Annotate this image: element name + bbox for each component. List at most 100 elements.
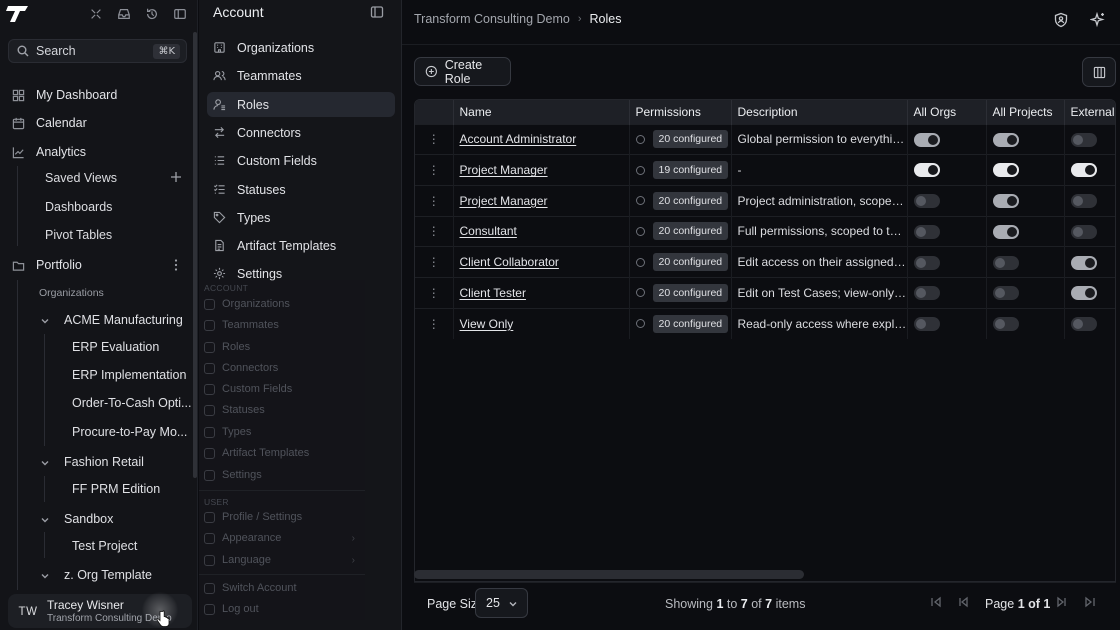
all-orgs-toggle[interactable] [913, 224, 940, 239]
external-toggle[interactable] [1070, 163, 1097, 178]
role-name-link[interactable]: View Only [460, 317, 514, 331]
org-item-acme[interactable]: ACME Manufacturing [64, 309, 183, 331]
all-orgs-toggle[interactable] [913, 163, 940, 178]
column-header-permissions[interactable]: Permissions [629, 100, 732, 124]
column-header-description[interactable]: Description [731, 100, 908, 124]
inbox-icon[interactable] [116, 6, 132, 22]
external-toggle[interactable] [1070, 224, 1097, 239]
kebab-icon[interactable]: ⋮ [428, 194, 440, 208]
menu-item[interactable]: Organizations [204, 294, 290, 314]
role-name-link[interactable]: Project Manager [460, 194, 548, 208]
permissions-badge[interactable]: 20 configured [652, 130, 729, 149]
sidebar-scrollbar[interactable] [193, 32, 197, 478]
sidebar-item-dashboard[interactable]: My Dashboard [8, 82, 188, 108]
account-item-artifact-templates[interactable]: Artifact Templates [207, 233, 395, 258]
table-horizontal-scrollbar[interactable] [414, 570, 804, 579]
permissions-badge[interactable]: 20 configured [652, 253, 729, 272]
menu-item[interactable]: Roles [204, 337, 250, 357]
kebab-icon[interactable]: ⋮ [428, 255, 440, 269]
menu-item[interactable]: Statuses [204, 400, 265, 420]
permissions-badge[interactable]: 20 configured [652, 314, 729, 333]
menu-item[interactable]: Log out [204, 599, 259, 619]
org-item-fashion-retail[interactable]: Fashion Retail [64, 451, 144, 473]
role-name-link[interactable]: Client Tester [460, 286, 526, 300]
sidebar-item-dashboards[interactable]: Dashboards [45, 195, 112, 219]
create-role-button[interactable]: Create Role [414, 57, 511, 86]
all-projects-toggle[interactable] [992, 163, 1019, 178]
external-toggle[interactable] [1070, 255, 1097, 270]
next-page-icon[interactable] [1054, 595, 1068, 609]
menu-item[interactable]: Language [204, 550, 271, 570]
row-menu[interactable]: ⋮ [415, 154, 454, 186]
sidebar-item-calendar[interactable]: Calendar [8, 110, 188, 136]
sidebar-item-analytics[interactable]: Analytics [8, 139, 188, 165]
all-orgs-toggle[interactable] [913, 132, 940, 147]
first-page-icon[interactable] [929, 595, 943, 609]
chevron-down-icon[interactable] [40, 458, 50, 468]
chevron-down-icon[interactable] [40, 316, 50, 326]
prev-page-icon[interactable] [957, 595, 971, 609]
menu-item[interactable]: Switch Account [204, 578, 297, 598]
column-header-name[interactable]: Name [453, 100, 630, 124]
all-orgs-toggle[interactable] [913, 317, 940, 332]
account-item-statuses[interactable]: Statuses [207, 177, 395, 202]
add-saved-view-icon[interactable] [170, 171, 182, 183]
org-item-org-template[interactable]: z. Org Template [64, 564, 152, 586]
panel-toggle-icon[interactable] [370, 5, 384, 19]
role-name-link[interactable]: Client Collaborator [460, 255, 559, 269]
menu-item[interactable]: Types [204, 422, 251, 442]
permissions-badge[interactable]: 20 configured [652, 222, 729, 241]
org-item-sandbox[interactable]: Sandbox [64, 508, 113, 530]
role-name-link[interactable]: Account Administrator [460, 132, 577, 146]
account-item-connectors[interactable]: Connectors [207, 120, 395, 145]
history-icon[interactable] [144, 6, 160, 22]
external-toggle[interactable] [1070, 286, 1097, 301]
account-item-types[interactable]: Types [207, 205, 395, 230]
role-name-link[interactable]: Consultant [460, 224, 517, 238]
logo-icon[interactable] [6, 4, 32, 24]
row-menu[interactable]: ⋮ [415, 246, 454, 278]
project-item[interactable]: Procure-to-Pay Mo... [72, 421, 187, 443]
permissions-badge[interactable]: 19 configured [652, 161, 729, 180]
search-input[interactable]: Search ⌘K [8, 39, 187, 63]
row-menu[interactable]: ⋮ [415, 215, 454, 247]
external-toggle[interactable] [1070, 132, 1097, 147]
row-menu[interactable]: ⋮ [415, 276, 454, 309]
menu-item[interactable]: Artifact Templates [204, 443, 309, 463]
role-name-link[interactable]: Project Manager [460, 163, 548, 177]
chevron-down-icon[interactable] [40, 571, 50, 581]
column-header-all-projects[interactable]: All Projects [986, 100, 1065, 124]
project-item[interactable]: Test Project [72, 535, 137, 557]
all-projects-toggle[interactable] [992, 132, 1019, 147]
all-projects-toggle[interactable] [992, 224, 1019, 239]
account-item-teammates[interactable]: Teammates [207, 63, 395, 88]
menu-item[interactable]: Custom Fields [204, 379, 292, 399]
column-header-all-orgs[interactable]: All Orgs [907, 100, 987, 124]
account-item-custom-fields[interactable]: Custom Fields [207, 148, 395, 173]
account-item-organizations[interactable]: Organizations [207, 35, 395, 60]
project-item[interactable]: FF PRM Edition [72, 478, 160, 500]
kebab-icon[interactable]: ⋮ [428, 317, 440, 331]
sidebar-item-pivot-tables[interactable]: Pivot Tables [45, 223, 112, 247]
shield-user-icon[interactable] [1053, 12, 1069, 28]
kebab-icon[interactable]: ⋮ [428, 132, 440, 146]
permissions-badge[interactable]: 20 configured [652, 283, 729, 302]
external-toggle[interactable] [1070, 317, 1097, 332]
permissions-badge[interactable]: 20 configured [652, 191, 729, 210]
all-orgs-toggle[interactable] [913, 255, 940, 270]
menu-item[interactable]: Teammates [204, 315, 279, 335]
column-settings-button[interactable] [1082, 57, 1116, 87]
row-menu[interactable]: ⋮ [415, 123, 454, 155]
menu-item[interactable]: Profile / Settings [204, 507, 302, 527]
project-item[interactable]: Order-To-Cash Opti... [72, 392, 191, 414]
all-projects-toggle[interactable] [992, 255, 1019, 270]
all-projects-toggle[interactable] [992, 286, 1019, 301]
last-page-icon[interactable] [1083, 595, 1097, 609]
column-header-external[interactable]: External [1064, 100, 1115, 124]
sidebar-item-portfolio[interactable]: Portfolio [8, 252, 188, 278]
menu-item[interactable]: Connectors [204, 358, 278, 378]
portfolio-menu-icon[interactable] [170, 258, 182, 272]
sidebar-toggle-icon[interactable] [172, 6, 188, 22]
breadcrumb-org[interactable]: Transform Consulting Demo [414, 12, 570, 26]
collapse-icon[interactable] [88, 6, 104, 22]
